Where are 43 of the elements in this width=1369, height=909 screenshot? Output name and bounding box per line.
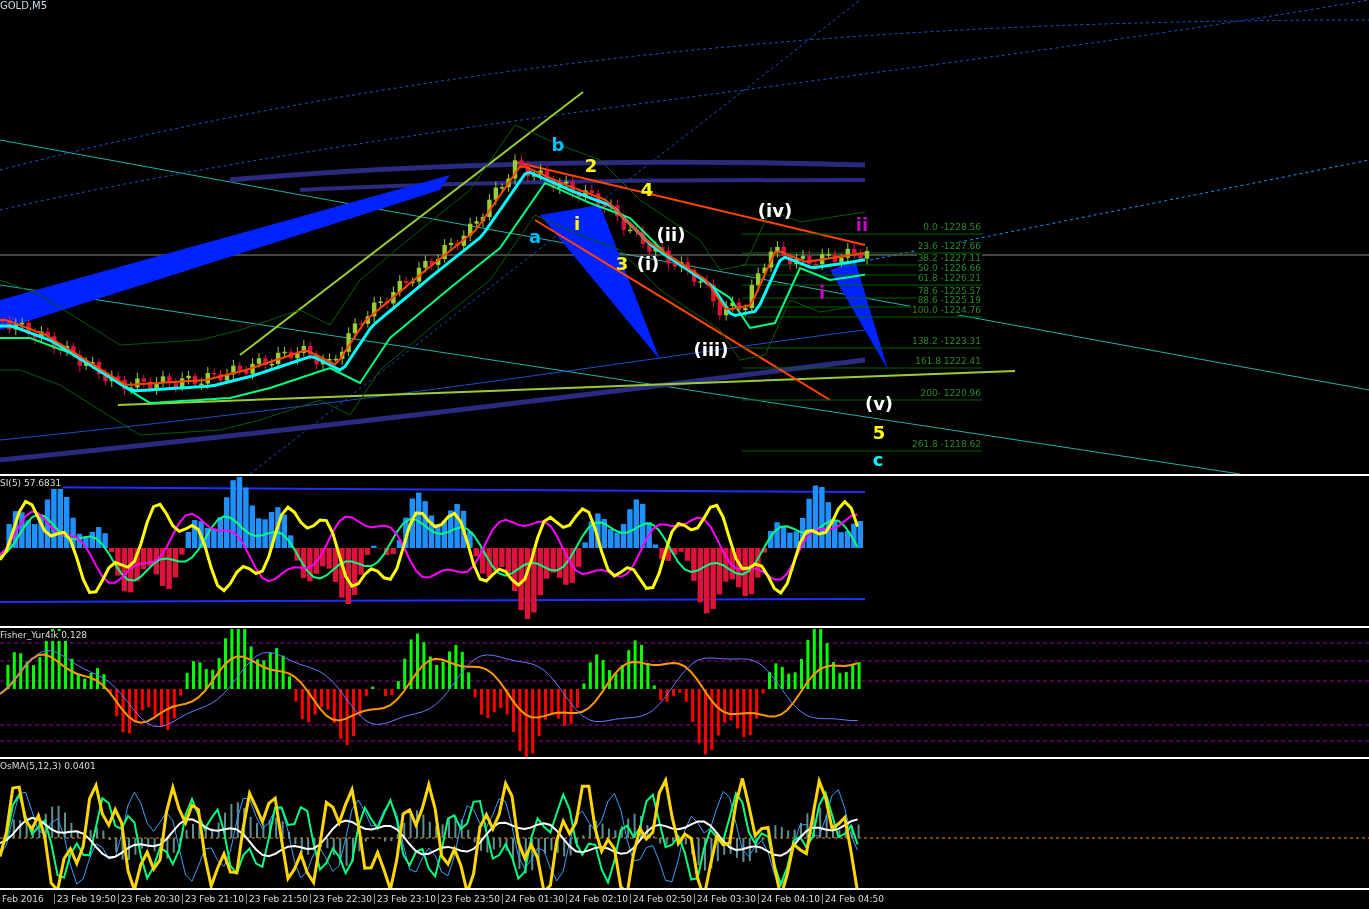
time-axis-label: 24 Feb 01:30	[502, 894, 566, 904]
wave-label: (iv)	[757, 202, 793, 220]
time-axis-label: 23 Feb 23:10	[374, 894, 438, 904]
time-axis-label: 23 Feb 21:50	[246, 894, 310, 904]
wave-label: i	[818, 284, 826, 302]
time-axis-label: 24 Feb 03:30	[694, 894, 758, 904]
time-axis-label: 24 Feb 02:10	[566, 894, 630, 904]
wave-label: i	[573, 215, 581, 233]
symbol-label: GOLD,M5	[0, 0, 48, 11]
wave-label: (ii)	[656, 226, 686, 244]
wave-label: 5	[872, 424, 886, 442]
time-axis-label: Feb 2016	[1, 894, 45, 904]
fibonacci-level-label: 261.8 -1218.62	[910, 440, 982, 449]
fibonacci-level-label: 138.2 -1223.31	[910, 337, 982, 346]
wave-label: c	[872, 451, 884, 469]
time-axis-label: 23 Feb 19:50	[54, 894, 118, 904]
fibonacci-level-label: 200- 1220.96	[919, 389, 982, 398]
fibonacci-level-label: 61.8 -1226.21	[916, 274, 982, 283]
fibonacci-level-label: 50.0 -1226.66	[916, 264, 982, 273]
fibonacci-level-label: 0.0 -1228.56	[922, 223, 982, 232]
fibonacci-level-label: 88.6 -1225.19	[916, 296, 982, 305]
fibonacci-level-label: 100.0 -1224.76	[910, 306, 982, 315]
time-axis-label: 24 Feb 02:50	[630, 894, 694, 904]
fibonacci-level-label: 23.6 -1227.66	[916, 242, 982, 251]
time-axis-label: 23 Feb 23:50	[438, 894, 502, 904]
fibonacci-level-label: 161.8 1222.41	[914, 357, 982, 366]
time-axis-label: 23 Feb 21:10	[182, 894, 246, 904]
wave-label: (i)	[636, 255, 660, 273]
time-axis-label: 23 Feb 20:30	[118, 894, 182, 904]
wave-label: b	[551, 136, 565, 154]
time-axis-label: 24 Feb 04:50	[822, 894, 886, 904]
indicator-title: SI(5) 57.6831	[0, 479, 64, 489]
fibonacci-level-label: 78.6 -1225.57	[916, 287, 982, 296]
wave-label: a	[528, 228, 542, 246]
indicator-title: Fisher_Yur4ik 0.128	[0, 631, 90, 641]
wave-label: (iii)	[693, 341, 729, 359]
indicator-title: OsMA(5,12,3) 0.0401	[0, 762, 98, 772]
fibonacci-level-label: 38.2 -1227.11	[916, 254, 982, 263]
time-axis-label: 24 Feb 04:10	[758, 894, 822, 904]
wave-label: ii	[855, 216, 869, 234]
time-axis-label: 23 Feb 22:30	[310, 894, 374, 904]
wave-label: (v)	[864, 395, 894, 413]
wave-label: 2	[584, 157, 598, 175]
